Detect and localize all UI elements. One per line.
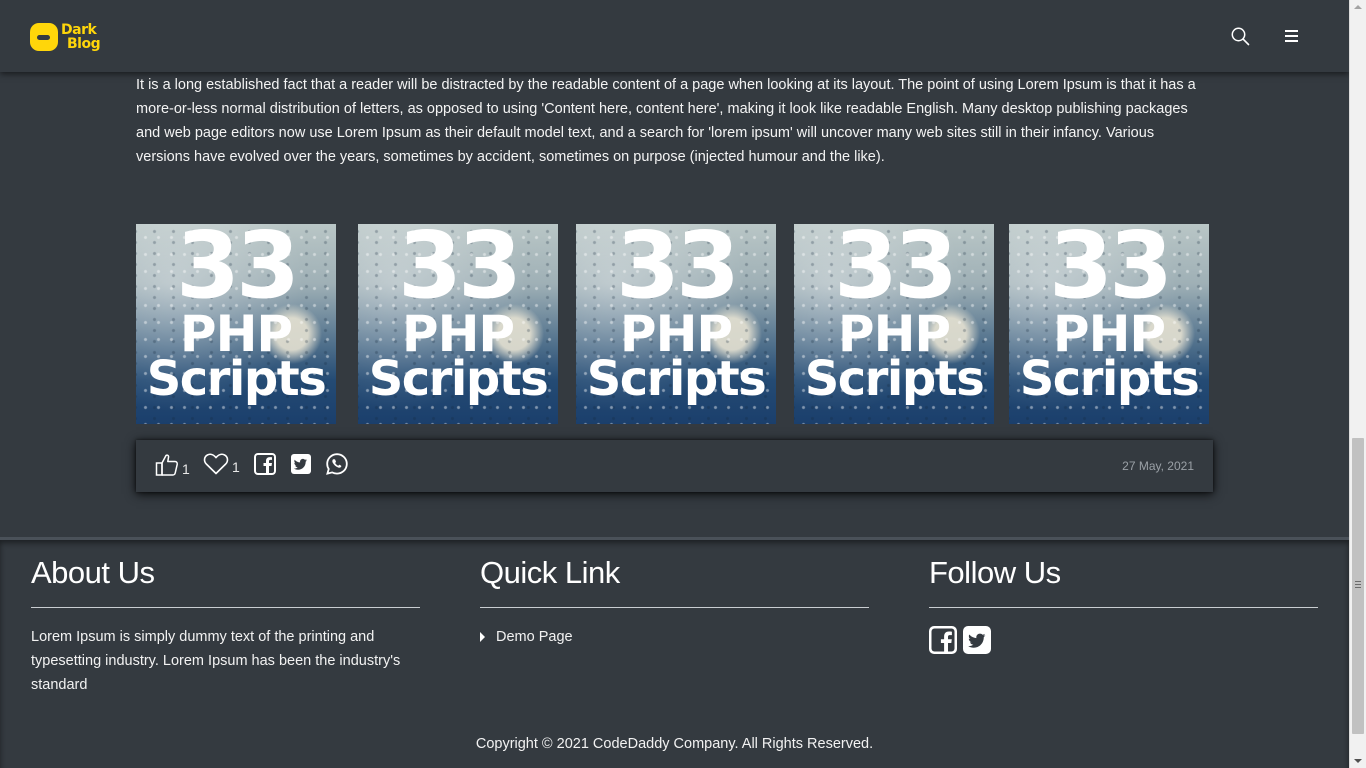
share-whatsapp-button[interactable]: [325, 452, 349, 476]
search-icon[interactable]: [1230, 26, 1250, 46]
thumbnail-caption: 33 PHP Scripts: [136, 224, 336, 403]
scrollbar-thumb[interactable]: [1352, 438, 1364, 734]
favorite-button[interactable]: 1: [203, 452, 240, 476]
page-scrollbar[interactable]: [1349, 0, 1366, 768]
footer-quick-link-title: Quick Link: [480, 553, 869, 608]
caret-right-icon: [480, 632, 485, 642]
logo-text: Dark Blog: [61, 22, 101, 52]
thumbnail-caption: 33 PHP Scripts: [1009, 224, 1209, 403]
thumbnail-scripts: Scripts: [368, 351, 549, 407]
site-logo[interactable]: Dark Blog: [30, 20, 104, 54]
scroll-down-arrow-icon[interactable]: [1354, 759, 1362, 763]
quick-link-list: Demo Page: [480, 625, 869, 649]
heart-count: 1: [232, 459, 240, 475]
scroll-up-arrow-icon[interactable]: [1354, 5, 1362, 9]
logo-line1: Dark: [61, 22, 97, 38]
page: Dark Blog It is a long established fact …: [0, 0, 1349, 768]
scrollbar-grip-icon: [1355, 581, 1361, 588]
thumbnail-number: 33: [615, 224, 740, 319]
thumbnail-scripts: Scripts: [804, 351, 985, 407]
thumbnail-image[interactable]: 33 PHP Scripts: [136, 224, 336, 424]
twitter-icon: [290, 453, 312, 475]
site-header: Dark Blog: [0, 0, 1349, 72]
footer-follow-title: Follow Us: [929, 553, 1318, 608]
site-footer: About Us Lorem Ipsum is simply dummy tex…: [0, 537, 1349, 768]
thumbnail-image[interactable]: 33 PHP Scripts: [1009, 224, 1209, 424]
facebook-square-icon[interactable]: [929, 626, 957, 659]
quick-link-label: Demo Page: [496, 629, 573, 645]
footer-about-section: About Us Lorem Ipsum is simply dummy tex…: [31, 553, 420, 697]
footer-about-text: Lorem Ipsum is simply dummy text of the …: [31, 629, 401, 693]
footer-about-title: About Us: [31, 553, 420, 608]
thumbnail-gallery: 33 PHP Scripts 33 PHP Scripts 33 PHP Scr…: [136, 224, 1211, 424]
logo-line2: Blog: [67, 36, 101, 52]
social-links: [929, 626, 1318, 659]
whatsapp-icon: [325, 452, 349, 476]
post-action-bar: 1 1 27 May, 2021: [136, 440, 1213, 492]
thumbnail-number: 33: [833, 224, 958, 319]
logo-mark: [30, 23, 58, 51]
thumbnail-scripts: Scripts: [146, 351, 327, 407]
heart-icon: [203, 452, 229, 476]
like-button[interactable]: 1: [155, 452, 190, 478]
hamburger-menu-icon[interactable]: [1283, 26, 1303, 46]
footer-quick-link-section: Quick Link Demo Page: [480, 553, 869, 649]
thumbnail-scripts: Scripts: [1019, 351, 1200, 407]
footer-follow-section: Follow Us: [929, 553, 1318, 659]
thumbnail-scripts: Scripts: [586, 351, 767, 407]
quick-link-demo-page[interactable]: Demo Page: [480, 625, 869, 649]
thumbnail-caption: 33 PHP Scripts: [358, 224, 558, 403]
like-count: 1: [182, 461, 190, 477]
thumbnail-image[interactable]: 33 PHP Scripts: [358, 224, 558, 424]
thumbnail-caption: 33 PHP Scripts: [576, 224, 776, 403]
post-date: 27 May, 2021: [1122, 459, 1194, 473]
thumbnail-image[interactable]: 33 PHP Scripts: [794, 224, 994, 424]
thumbnail-number: 33: [397, 224, 522, 319]
share-twitter-button[interactable]: [290, 453, 312, 475]
facebook-icon: [254, 453, 276, 475]
twitter-square-icon[interactable]: [963, 626, 991, 659]
thumbnail-number: 33: [175, 224, 300, 319]
thumbnail-image[interactable]: 33 PHP Scripts: [576, 224, 776, 424]
thumbs-up-icon: [155, 452, 179, 478]
article-body: It is a long established fact that a rea…: [136, 77, 1196, 165]
thumbnail-number: 33: [1048, 224, 1173, 319]
thumbnail-caption: 33 PHP Scripts: [794, 224, 994, 403]
copyright-text: Copyright © 2021 CodeDaddy Company. All …: [475, 736, 874, 752]
share-facebook-button[interactable]: [254, 453, 276, 475]
